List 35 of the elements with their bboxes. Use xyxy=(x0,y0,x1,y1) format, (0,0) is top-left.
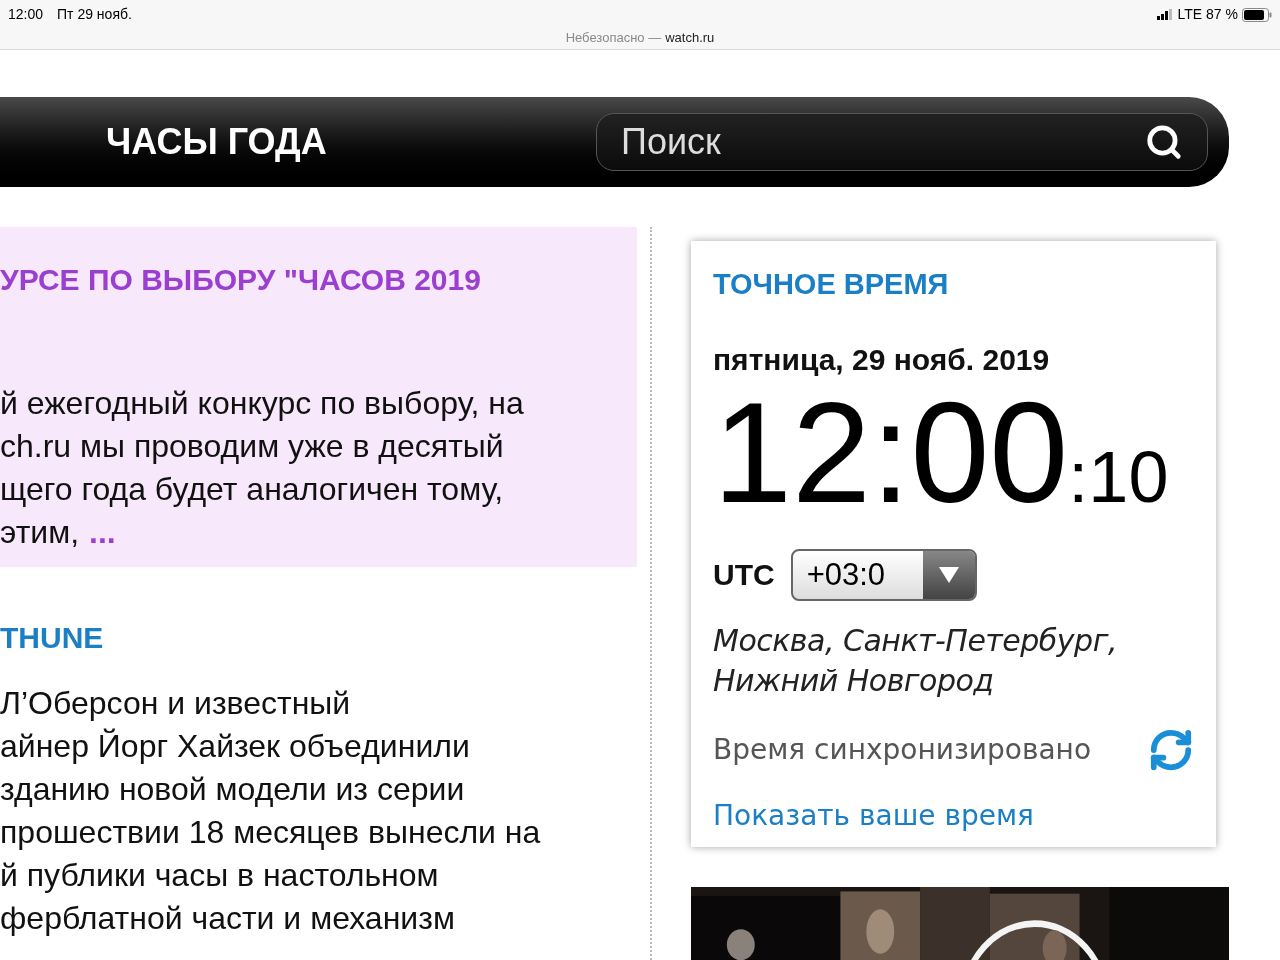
search-bar[interactable]: Поиск xyxy=(596,113,1208,171)
battery-icon xyxy=(1242,7,1272,22)
article-text: й ежегодный конкурс по выбору, на xyxy=(0,384,524,423)
clock-hours-minutes: 12:00 xyxy=(713,377,1069,528)
article-title[interactable]: THUNE xyxy=(0,615,637,660)
signal-icon xyxy=(1157,9,1174,20)
article-text: щего года будет аналогичен тому, xyxy=(0,470,504,509)
article-text: Л’Оберсон и известный xyxy=(0,684,351,723)
article-text: прошествии 18 месяцев вынесли на xyxy=(0,813,541,852)
clock-time: 12:00 xyxy=(8,5,44,24)
sync-status: Время синхронизировано xyxy=(713,731,1092,768)
card-title: ТОЧНОЕ ВРЕМЯ xyxy=(713,267,950,302)
article-text: этим, xyxy=(0,513,80,552)
clock-seconds: :10 xyxy=(1068,435,1169,519)
date: Пт 29 нояб. xyxy=(57,5,132,24)
utc-label: UTC xyxy=(713,557,775,593)
article-text: ch.ru мы проводим уже в десятый xyxy=(0,427,504,466)
utc-offset-select[interactable]: +03:0 xyxy=(790,548,977,601)
read-more-link[interactable]: ... xyxy=(89,511,116,554)
network-label: LTE xyxy=(1177,5,1203,24)
dropdown-arrow-icon xyxy=(938,566,959,583)
article-title[interactable]: УРСЕ ПО ВЫБОРУ "ЧАСОВ 2019 xyxy=(0,257,637,302)
battery-percent: 87 % xyxy=(1206,5,1238,24)
city-list: Москва, Санкт-Петербург, Нижний Новгород xyxy=(713,620,1133,701)
search-icon[interactable] xyxy=(1145,123,1183,161)
article-text: зданию новой модели из серии xyxy=(0,770,465,809)
address-domain[interactable]: watch.ru xyxy=(665,28,715,48)
article-text: ферблатной части и механизм xyxy=(0,899,455,938)
site-logo[interactable]: ЧАСЫ ГОДА xyxy=(106,115,596,169)
security-label: Небезопасно — xyxy=(565,29,662,47)
search-field[interactable]: Поиск xyxy=(621,115,1145,169)
article-text: й публики часы в настольном xyxy=(0,856,439,895)
article-text: айнер Йорг Хайзек объединили xyxy=(0,727,470,766)
show-your-time-link[interactable]: Показать ваше время xyxy=(713,794,1194,837)
current-date: пятница, 29 нояб. 2019 xyxy=(713,341,1051,378)
